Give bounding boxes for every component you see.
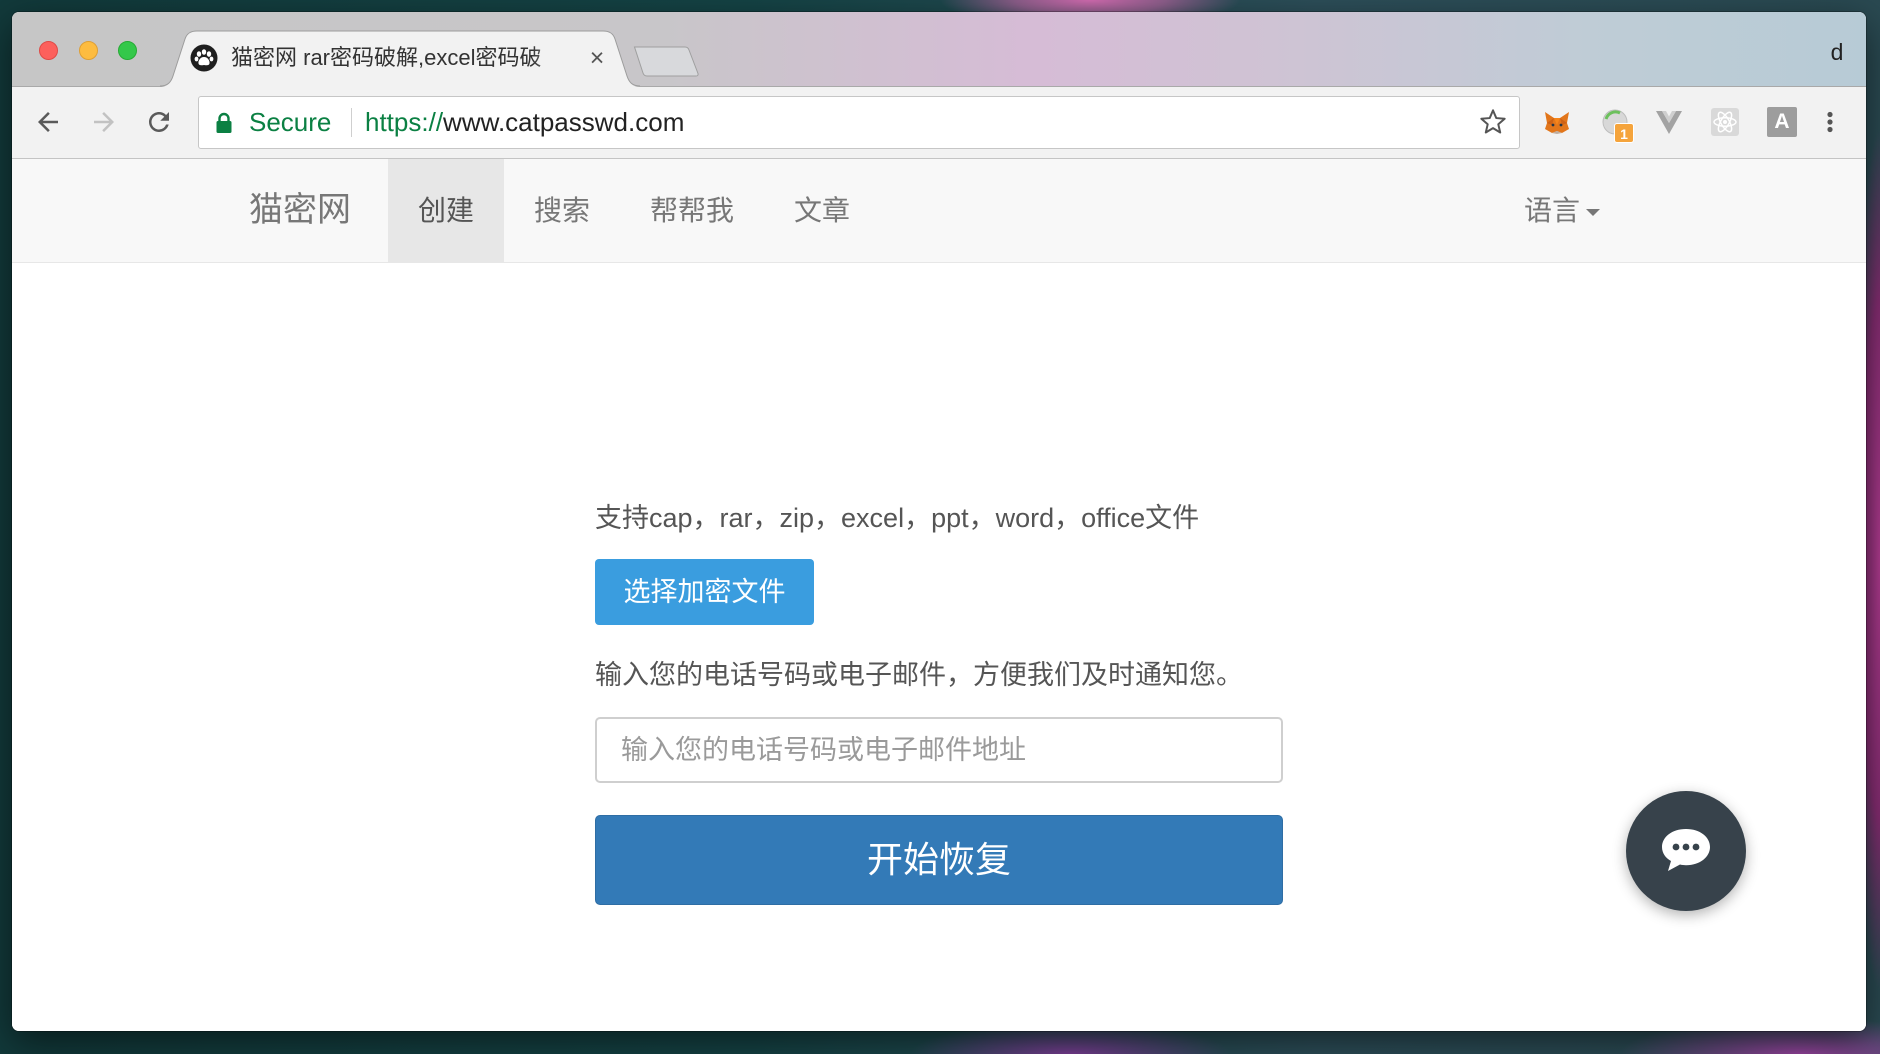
profile-button[interactable]: d	[1825, 38, 1849, 66]
address-bar[interactable]: Secure https://www.catpasswd.com	[198, 96, 1520, 149]
zoom-window-button[interactable]	[118, 41, 137, 60]
fox-extension-icon[interactable]	[1542, 107, 1572, 137]
security-label[interactable]: Secure	[249, 97, 331, 148]
extension-badge: 1	[1614, 123, 1634, 143]
start-recovery-button[interactable]: 开始恢复	[595, 815, 1283, 905]
reload-icon[interactable]	[144, 107, 174, 137]
close-window-button[interactable]	[39, 41, 58, 60]
site-nav: 创建 搜索 帮帮我 文章	[388, 159, 880, 262]
nav-item-articles[interactable]: 文章	[764, 159, 880, 262]
url-scheme: https://	[365, 107, 444, 137]
nav-item-help-me[interactable]: 帮帮我	[620, 159, 764, 262]
contact-input[interactable]	[595, 717, 1283, 783]
browser-window: 猫密网 rar密码破解,excel密码破 × d Secure https://…	[12, 12, 1866, 1031]
vue-devtools-icon[interactable]	[1654, 107, 1684, 137]
language-label: 语言	[1524, 195, 1581, 226]
cat-paw-icon	[190, 44, 218, 72]
arrow-right-icon[interactable]	[89, 107, 119, 137]
new-tab-button[interactable]	[633, 46, 699, 77]
url-text[interactable]: https://www.catpasswd.com	[365, 97, 684, 148]
tab-strip: 猫密网 rar密码破解,excel密码破 × d	[12, 12, 1866, 87]
arrow-left-icon[interactable]	[33, 107, 63, 137]
site-navbar: 猫密网 创建 搜索 帮帮我 文章 语言	[12, 159, 1866, 263]
caret-down-icon	[1586, 209, 1601, 217]
lock-icon[interactable]	[215, 112, 233, 134]
language-dropdown[interactable]: 语言	[1524, 159, 1601, 262]
letter-a-extension-icon[interactable]: A	[1767, 107, 1797, 137]
supported-formats-text: 支持cap，rar，zip，excel，ppt，word，office文件	[595, 503, 1200, 533]
tab-title: 猫密网 rar密码破解,excel密码破	[231, 45, 542, 70]
tab-close-button[interactable]: ×	[587, 45, 607, 71]
circle-extension-icon[interactable]: 1	[1600, 107, 1634, 143]
nav-item-create[interactable]: 创建	[388, 159, 505, 262]
url-host: www.catpasswd.com	[443, 107, 685, 137]
nav-item-search[interactable]: 搜索	[504, 159, 620, 262]
chat-bubble-icon	[1662, 829, 1710, 871]
minimize-window-button[interactable]	[79, 41, 98, 60]
web-page: 猫密网 创建 搜索 帮帮我 文章 语言 支持cap，rar，zip，excel，…	[12, 159, 1866, 1031]
site-brand[interactable]: 猫密网	[249, 159, 351, 262]
contact-prompt: 输入您的电话号码或电子邮件，方便我们及时通知您。	[595, 660, 1243, 690]
chat-widget-button[interactable]	[1626, 791, 1746, 911]
address-separator	[351, 108, 352, 137]
kebab-menu-icon[interactable]	[1815, 107, 1845, 137]
star-icon[interactable]	[1479, 108, 1507, 136]
tab-active[interactable]: 猫密网 rar密码破解,excel密码破 ×	[160, 30, 640, 87]
react-devtools-icon[interactable]	[1710, 107, 1740, 137]
browser-toolbar: Secure https://www.catpasswd.com 1 A	[12, 86, 1866, 159]
choose-file-button[interactable]: 选择加密文件	[595, 559, 814, 625]
